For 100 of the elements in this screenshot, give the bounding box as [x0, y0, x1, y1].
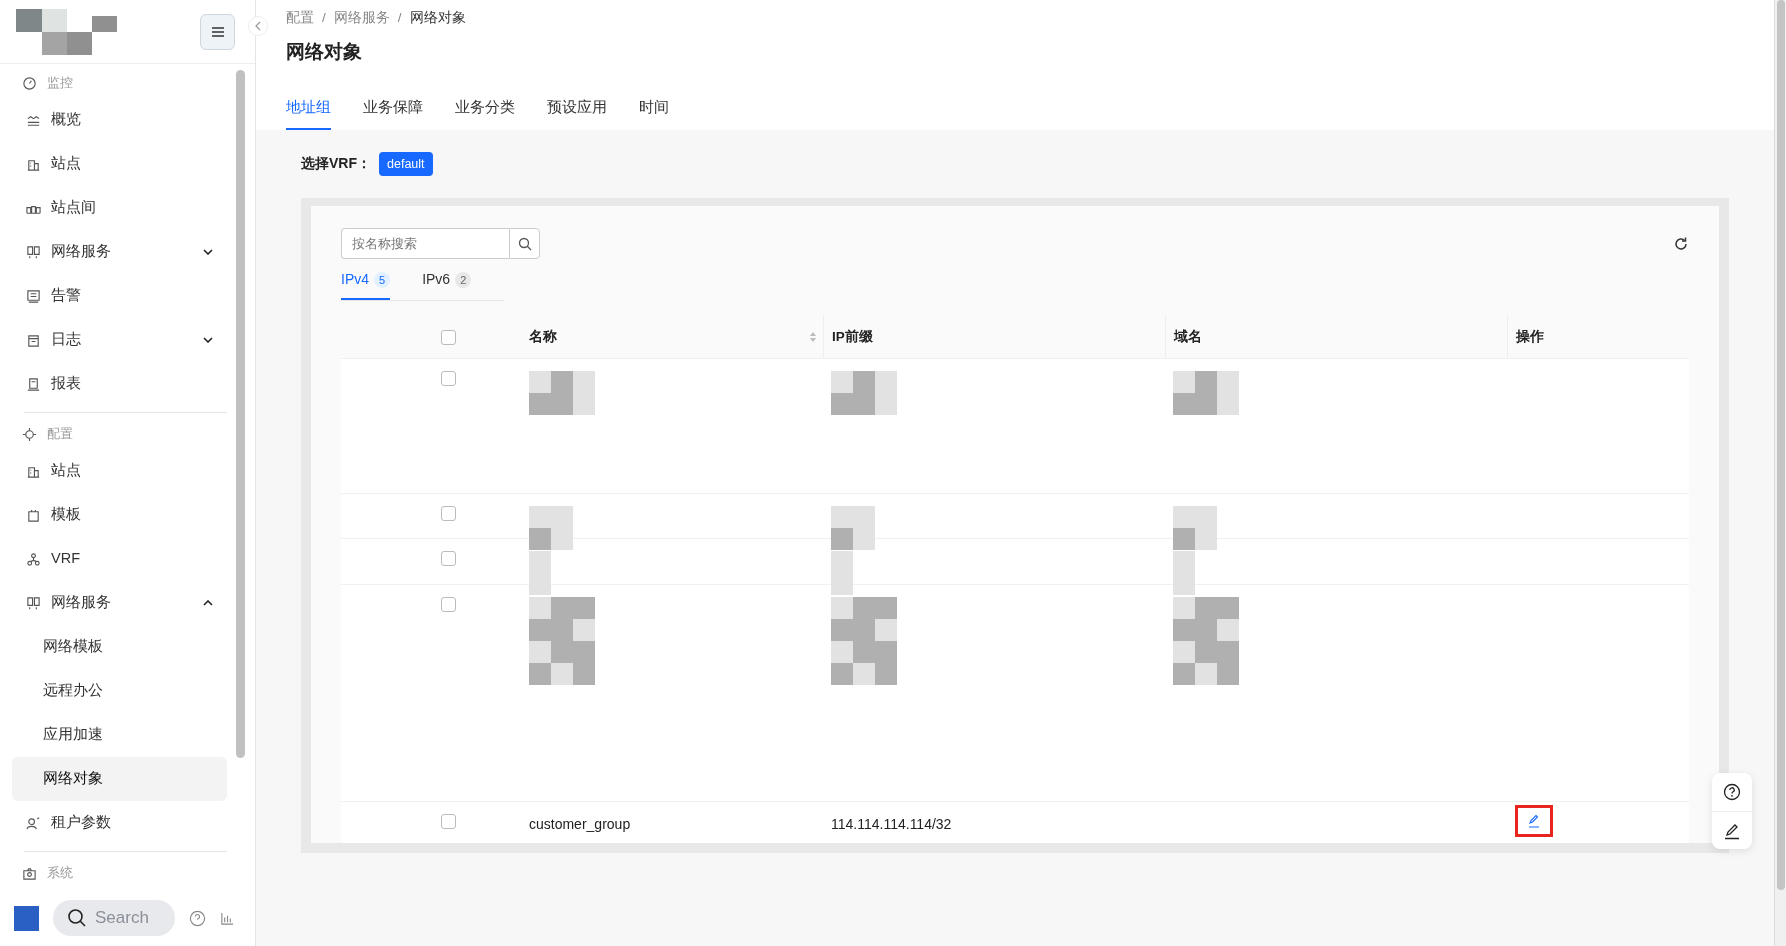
sidebar-item[interactable]: VRF	[12, 537, 227, 581]
checkbox[interactable]	[441, 597, 456, 613]
server-icon	[26, 595, 41, 611]
gauge-icon	[22, 75, 37, 91]
help-icon[interactable]	[189, 909, 206, 927]
collapse-button[interactable]	[248, 16, 268, 36]
sidebar-item[interactable]: 模板	[12, 493, 227, 537]
redacted-block	[831, 641, 853, 664]
redacted-block	[1195, 663, 1217, 686]
bar-chart-icon[interactable]	[220, 910, 235, 926]
column-header: IP前缀	[832, 328, 873, 347]
redacted-block	[831, 597, 853, 620]
redacted-block	[573, 663, 595, 686]
redacted-block	[529, 573, 551, 596]
report-icon	[26, 376, 41, 392]
redacted-block	[1173, 506, 1195, 529]
sidebar-item[interactable]: 网络服务	[12, 230, 227, 274]
redacted-block	[573, 597, 595, 620]
redacted-block	[875, 597, 897, 620]
field-label: 选择VRF：	[301, 154, 371, 174]
redacted-block	[853, 371, 875, 394]
submenu-item[interactable]: 网络对象	[12, 757, 227, 801]
breadcrumb-separator: /	[397, 9, 402, 27]
sidebar-item[interactable]: 日志	[12, 318, 227, 362]
redacted-block	[1173, 641, 1195, 664]
menu-button[interactable]	[200, 13, 235, 50]
redacted-block	[831, 573, 853, 596]
column-header: 名称	[529, 328, 557, 347]
sidebar-item[interactable]: 网络服务	[12, 581, 227, 625]
sidebar-item[interactable]: 告警	[12, 274, 227, 318]
column-header: 域名	[1174, 328, 1202, 347]
redacted-block	[853, 663, 875, 686]
sidebar-item[interactable]: 概览	[12, 98, 227, 142]
sidebar-item[interactable]: 站点间	[12, 186, 227, 230]
checkbox[interactable]	[441, 506, 456, 522]
vrf-tag[interactable]: default	[379, 151, 433, 177]
checkbox[interactable]	[441, 371, 456, 387]
redacted-block	[853, 528, 875, 551]
redacted-block	[831, 506, 853, 529]
redacted-block	[529, 551, 551, 574]
breadcrumb-link[interactable]: 配置	[286, 8, 314, 29]
search-field[interactable]: 按名称搜索	[341, 228, 509, 260]
template-icon	[26, 507, 41, 523]
alert-panel-icon	[26, 288, 41, 304]
table-cell: customer_group	[529, 816, 631, 833]
redacted-block	[1217, 663, 1239, 686]
redacted-block	[529, 371, 551, 394]
tab[interactable]: IPv4 5	[341, 269, 391, 301]
search-button[interactable]	[509, 228, 540, 260]
redacted-block	[529, 641, 551, 664]
redacted-block	[831, 619, 853, 642]
checkbox[interactable]	[441, 329, 456, 345]
search-icon	[67, 908, 87, 928]
server-icon	[26, 244, 41, 260]
submenu-item[interactable]: 应用加速	[12, 713, 227, 757]
redacted-block	[831, 528, 853, 551]
menu-icon	[211, 26, 224, 37]
redacted-block	[551, 528, 573, 551]
redacted-block	[573, 393, 595, 416]
redacted-block	[875, 663, 897, 686]
redacted-block	[1173, 619, 1195, 642]
tab[interactable]: 业务保障	[363, 96, 423, 130]
redacted-block	[529, 597, 551, 620]
calendar-icon	[26, 332, 41, 348]
scrollbar[interactable]	[236, 70, 245, 758]
tab[interactable]: 预设应用	[547, 96, 607, 130]
submenu-item[interactable]: 远程办公	[12, 669, 227, 713]
checkbox[interactable]	[441, 551, 456, 567]
redacted-block	[1173, 551, 1195, 574]
breadcrumb-current: 网络对象	[409, 9, 466, 27]
redacted-block	[875, 393, 897, 416]
sidebar-item[interactable]: 站点	[12, 142, 227, 186]
tab[interactable]: IPv6 2	[422, 269, 472, 301]
network-icon	[26, 551, 41, 567]
section-label: 监控	[47, 74, 73, 93]
refresh-icon[interactable]	[1673, 235, 1689, 252]
tab[interactable]: 地址组	[286, 96, 331, 130]
tab[interactable]: 时间	[639, 96, 669, 130]
tab[interactable]: 业务分类	[455, 96, 515, 130]
sort-icon[interactable]	[809, 331, 817, 344]
checkbox[interactable]	[441, 814, 456, 830]
breadcrumb-separator: /	[322, 9, 326, 27]
redacted-block	[529, 663, 551, 686]
redacted-block	[1217, 371, 1239, 394]
app-icon[interactable]	[14, 905, 39, 931]
sidebar-item[interactable]: 租户参数	[12, 801, 227, 845]
sidebar-item[interactable]: 报表	[12, 362, 227, 406]
redacted-block	[573, 619, 595, 642]
edit-icon[interactable]	[1527, 814, 1541, 829]
breadcrumb-link[interactable]: 网络服务	[333, 8, 390, 29]
redacted-block	[1173, 371, 1195, 394]
chevron-icon	[255, 21, 261, 31]
redacted-block	[529, 619, 551, 642]
redacted-block	[529, 528, 551, 551]
scrollbar[interactable]	[1774, 0, 1786, 946]
submenu-item[interactable]: 网络模板	[12, 625, 227, 669]
redacted-block	[1173, 663, 1195, 686]
sidebar-item[interactable]: 站点	[12, 449, 227, 493]
redacted-block	[831, 551, 853, 574]
redacted-block	[831, 371, 853, 394]
